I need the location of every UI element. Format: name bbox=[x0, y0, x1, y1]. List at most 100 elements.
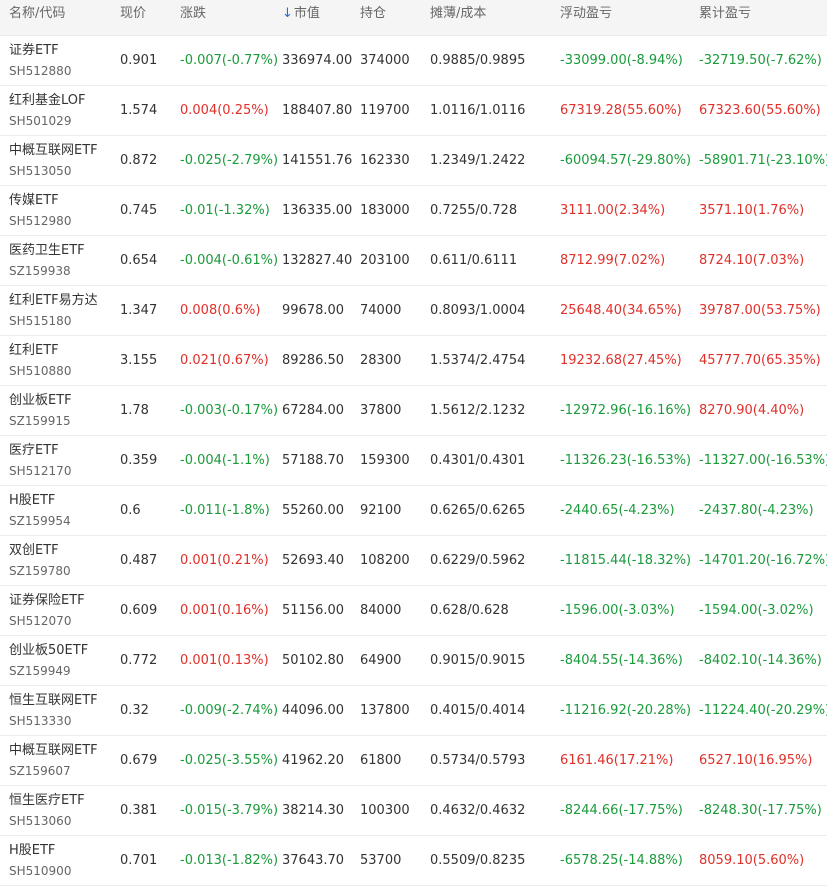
cost-cell: 0.5734/0.5793 bbox=[430, 753, 526, 768]
table-row[interactable]: 传媒ETF SH512980 0.745 -0.01(-1.32%) 136335.00… bbox=[0, 186, 827, 236]
holdings-cell: 28300 bbox=[360, 353, 402, 368]
fund-name-code: H股ETF SZ159954 bbox=[9, 492, 114, 530]
floating-pl-cell: -8404.55(-14.36%) bbox=[560, 653, 683, 668]
cost-cell: 0.5509/0.8235 bbox=[430, 853, 526, 868]
cumulative-pl-cell: 8270.90(4.40%) bbox=[699, 403, 805, 418]
fund-code: SZ159938 bbox=[9, 264, 71, 278]
header-price[interactable]: 现价 bbox=[120, 0, 146, 36]
cost-cell: 0.628/0.628 bbox=[430, 603, 509, 618]
table-row[interactable]: 证券ETF SH512880 0.901 -0.007(-0.77%) 336974.0… bbox=[0, 36, 827, 86]
fund-name: 红利基金LOF bbox=[9, 93, 86, 108]
header-market-value[interactable]: ↓市值 bbox=[282, 0, 320, 36]
table-row[interactable]: 恒生互联网ETF SH513330 0.32 -0.009(-2.74%) 44096.… bbox=[0, 686, 827, 736]
fund-name-code: 双创ETF SZ159780 bbox=[9, 542, 114, 580]
header-change[interactable]: 涨跌 bbox=[180, 0, 206, 36]
table-row[interactable]: 恒生医疗ETF SH513060 0.381 -0.015(-3.79%) 38214.… bbox=[0, 786, 827, 836]
header-cumulative-pl[interactable]: 累计盈亏 bbox=[699, 0, 751, 36]
fund-code: SZ159607 bbox=[9, 764, 71, 778]
fund-code: SH501029 bbox=[9, 114, 72, 128]
fund-code: SH513330 bbox=[9, 714, 72, 728]
table-row[interactable]: 创业板ETF SZ159915 1.78 -0.003(-0.17%) 67284.00… bbox=[0, 386, 827, 436]
fund-name-code: 医疗ETF SH512170 bbox=[9, 442, 114, 480]
fund-name: 红利ETF bbox=[9, 343, 59, 358]
price-cell: 0.609 bbox=[120, 603, 158, 618]
cumulative-pl-cell: -58901.71(-23.10%) bbox=[699, 153, 827, 168]
fund-code: SH510900 bbox=[9, 864, 72, 878]
table-row[interactable]: H股ETF SZ159954 0.6 -0.011(-1.8%) 55260.00 921… bbox=[0, 486, 827, 536]
change-cell: -0.025(-2.79%) bbox=[180, 153, 279, 168]
header-floating-pl[interactable]: 浮动盈亏 bbox=[560, 0, 612, 36]
holdings-cell: 137800 bbox=[360, 703, 410, 718]
holdings-cell: 119700 bbox=[360, 103, 410, 118]
table-row[interactable]: 红利ETF易方达 SH515180 1.347 0.008(0.6%) 99678.00… bbox=[0, 286, 827, 336]
fund-name-code: 红利ETF SH510880 bbox=[9, 342, 114, 380]
cost-cell: 0.9015/0.9015 bbox=[430, 653, 526, 668]
price-cell: 0.901 bbox=[120, 53, 158, 68]
header-cost[interactable]: 摊薄/成本 bbox=[430, 0, 486, 36]
cumulative-pl-cell: 6527.10(16.95%) bbox=[699, 753, 813, 768]
table-row[interactable]: 证券保险ETF SH512070 0.609 0.001(0.16%) 51156.00… bbox=[0, 586, 827, 636]
table-row[interactable]: 中概互联网ETF SZ159607 0.679 -0.025(-3.55%) 41962… bbox=[0, 736, 827, 786]
table-row[interactable]: 中概互联网ETF SH513050 0.872 -0.025(-2.79%) 14155… bbox=[0, 136, 827, 186]
change-cell: 0.001(0.16%) bbox=[180, 603, 269, 618]
price-cell: 3.155 bbox=[120, 353, 158, 368]
cost-cell: 0.6265/0.6265 bbox=[430, 503, 526, 518]
floating-pl-cell: 25648.40(34.65%) bbox=[560, 303, 682, 318]
cumulative-pl-cell: 8059.10(5.60%) bbox=[699, 853, 805, 868]
cost-cell: 0.4632/0.4632 bbox=[430, 803, 526, 818]
price-cell: 0.487 bbox=[120, 553, 158, 568]
cost-cell: 0.8093/1.0004 bbox=[430, 303, 526, 318]
table-header: 名称/代码 现价 涨跌 ↓市值 持仓 摊薄/成本 浮动盈亏 累计盈亏 bbox=[0, 0, 827, 36]
table-row[interactable]: 红利ETF SH510880 3.155 0.021(0.67%) 89286.50 28… bbox=[0, 336, 827, 386]
fund-code: SH512070 bbox=[9, 614, 72, 628]
price-cell: 1.78 bbox=[120, 403, 149, 418]
holdings-cell: 61800 bbox=[360, 753, 402, 768]
floating-pl-cell: 3111.00(2.34%) bbox=[560, 203, 666, 218]
fund-code: SH515180 bbox=[9, 314, 72, 328]
fund-name: 双创ETF bbox=[9, 543, 59, 558]
header-holdings[interactable]: 持仓 bbox=[360, 0, 386, 36]
floating-pl-cell: -6578.25(-14.88%) bbox=[560, 853, 683, 868]
table-row[interactable]: 红利基金LOF SH501029 1.574 0.004(0.25%) 188407.8… bbox=[0, 86, 827, 136]
cumulative-pl-cell: -1594.00(-3.02%) bbox=[699, 603, 814, 618]
fund-code: SZ159915 bbox=[9, 414, 71, 428]
fund-name-code: 中概互联网ETF SH513050 bbox=[9, 142, 114, 180]
market-value-cell: 38214.30 bbox=[282, 803, 345, 818]
price-cell: 0.654 bbox=[120, 253, 158, 268]
floating-pl-cell: 6161.46(17.21%) bbox=[560, 753, 674, 768]
fund-name: 医药卫生ETF bbox=[9, 243, 85, 258]
cost-cell: 0.611/0.6111 bbox=[430, 253, 518, 268]
table-row[interactable]: H股ETF SH510900 0.701 -0.013(-1.82%) 37643.70… bbox=[0, 836, 827, 886]
holdings-cell: 37800 bbox=[360, 403, 402, 418]
table-row[interactable]: 医疗ETF SH512170 0.359 -0.004(-1.1%) 57188.70 1… bbox=[0, 436, 827, 486]
change-cell: -0.01(-1.32%) bbox=[180, 203, 270, 218]
fund-code: SH513050 bbox=[9, 164, 72, 178]
cumulative-pl-cell: 39787.00(53.75%) bbox=[699, 303, 821, 318]
fund-name: 传媒ETF bbox=[9, 193, 59, 208]
change-cell: -0.011(-1.8%) bbox=[180, 503, 270, 518]
table-row[interactable]: 医药卫生ETF SZ159938 0.654 -0.004(-0.61%) 132827… bbox=[0, 236, 827, 286]
cost-cell: 0.7255/0.728 bbox=[430, 203, 518, 218]
fund-name: 中概互联网ETF bbox=[9, 743, 98, 758]
price-cell: 0.872 bbox=[120, 153, 158, 168]
table-row[interactable]: 双创ETF SZ159780 0.487 0.001(0.21%) 52693.40 10… bbox=[0, 536, 827, 586]
cumulative-pl-cell: -8248.30(-17.75%) bbox=[699, 803, 822, 818]
change-cell: 0.008(0.6%) bbox=[180, 303, 261, 318]
change-cell: 0.004(0.25%) bbox=[180, 103, 269, 118]
market-value-cell: 99678.00 bbox=[282, 303, 345, 318]
fund-name: 证券ETF bbox=[9, 43, 59, 58]
cumulative-pl-cell: -11224.40(-20.29%) bbox=[699, 703, 827, 718]
fund-code: SZ159954 bbox=[9, 514, 71, 528]
holdings-cell: 108200 bbox=[360, 553, 410, 568]
fund-code: SH512980 bbox=[9, 214, 72, 228]
table-row[interactable]: 创业板50ETF SZ159949 0.772 0.001(0.13%) 50102.8… bbox=[0, 636, 827, 686]
fund-name-code: 红利基金LOF SH501029 bbox=[9, 92, 114, 130]
cumulative-pl-cell: 3571.10(1.76%) bbox=[699, 203, 805, 218]
fund-name-code: 恒生医疗ETF SH513060 bbox=[9, 792, 114, 830]
cost-cell: 0.9885/0.9895 bbox=[430, 53, 526, 68]
header-market-value-label: 市值 bbox=[293, 6, 320, 21]
sort-down-arrow-icon: ↓ bbox=[282, 6, 293, 21]
cost-cell: 0.6229/0.5962 bbox=[430, 553, 526, 568]
portfolio-table: 名称/代码 现价 涨跌 ↓市值 持仓 摊薄/成本 浮动盈亏 累计盈亏 证券ETF… bbox=[0, 0, 827, 886]
header-name-code[interactable]: 名称/代码 bbox=[9, 0, 65, 36]
